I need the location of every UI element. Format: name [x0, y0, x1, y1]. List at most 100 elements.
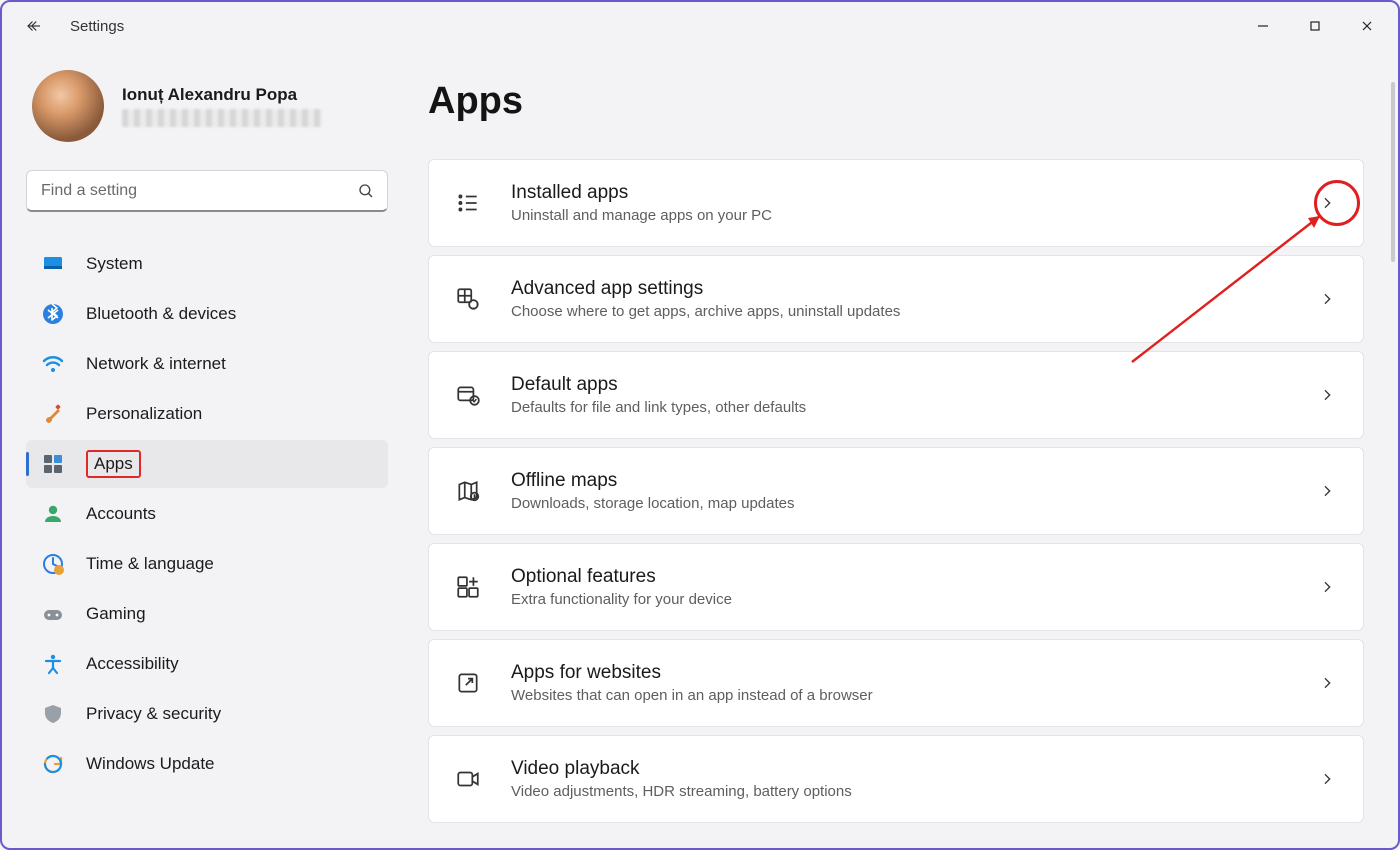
card-desc: Uninstall and manage apps on your PC [511, 207, 1291, 224]
map-icon [453, 476, 483, 506]
close-icon [1361, 20, 1373, 32]
search-icon [357, 182, 375, 200]
avatar [32, 70, 104, 142]
wifi-icon [40, 351, 66, 377]
external-window-icon [453, 668, 483, 698]
chevron-right-icon [1319, 387, 1335, 403]
sidebar-item-label: Privacy & security [86, 704, 221, 723]
accessibility-icon [40, 651, 66, 677]
card-text: Optional features Extra functionality fo… [511, 566, 1291, 608]
sidebar-item-label: Apps [94, 454, 133, 473]
sidebar-item-label: Accounts [86, 504, 156, 523]
person-icon [40, 501, 66, 527]
settings-cards: Installed apps Uninstall and manage apps… [428, 159, 1364, 823]
paintbrush-icon [40, 401, 66, 427]
card-text: Video playback Video adjustments, HDR st… [511, 758, 1291, 800]
app-title: Settings [70, 18, 124, 35]
card-desc: Extra functionality for your device [511, 591, 1291, 608]
update-icon [40, 751, 66, 777]
profile-block[interactable]: Ionuț Alexandru Popa [26, 70, 388, 142]
scrollbar[interactable] [1391, 82, 1395, 262]
card-apps-for-websites[interactable]: Apps for websites Websites that can open… [428, 639, 1364, 727]
profile-email-redacted [122, 109, 322, 127]
profile-text: Ionuț Alexandru Popa [122, 85, 322, 127]
chevron-right-icon [1319, 291, 1335, 307]
sidebar-item-label: Accessibility [86, 654, 179, 673]
card-desc: Websites that can open in an app instead… [511, 687, 1291, 704]
chevron-right-icon [1319, 195, 1335, 211]
window-controls [1240, 10, 1390, 42]
search-input[interactable] [41, 182, 357, 200]
card-text: Offline maps Downloads, storage location… [511, 470, 1291, 512]
apps-icon [40, 451, 66, 477]
minimize-button[interactable] [1240, 10, 1286, 42]
card-title: Optional features [511, 566, 1291, 588]
bluetooth-icon [40, 301, 66, 327]
search-box[interactable] [26, 170, 388, 212]
default-app-icon [453, 380, 483, 410]
card-title: Offline maps [511, 470, 1291, 492]
card-text: Installed apps Uninstall and manage apps… [511, 182, 1291, 224]
card-desc: Choose where to get apps, archive apps, … [511, 303, 1291, 320]
sidebar-item-label: Windows Update [86, 754, 215, 773]
card-title: Video playback [511, 758, 1291, 780]
card-offline-maps[interactable]: Offline maps Downloads, storage location… [428, 447, 1364, 535]
clock-globe-icon [40, 551, 66, 577]
plus-grid-icon [453, 572, 483, 602]
sidebar-item-system[interactable]: System [26, 240, 388, 288]
card-desc: Downloads, storage location, map updates [511, 495, 1291, 512]
page-title: Apps [428, 80, 1364, 123]
card-desc: Video adjustments, HDR streaming, batter… [511, 783, 1291, 800]
sidebar-item-bluetooth[interactable]: Bluetooth & devices [26, 290, 388, 338]
card-advanced-app-settings[interactable]: Advanced app settings Choose where to ge… [428, 255, 1364, 343]
sidebar-item-accessibility[interactable]: Accessibility [26, 640, 388, 688]
card-title: Installed apps [511, 182, 1291, 204]
card-video-playback[interactable]: Video playback Video adjustments, HDR st… [428, 735, 1364, 823]
card-installed-apps[interactable]: Installed apps Uninstall and manage apps… [428, 159, 1364, 247]
card-text: Default apps Defaults for file and link … [511, 374, 1291, 416]
profile-name: Ionuț Alexandru Popa [122, 85, 322, 105]
card-default-apps[interactable]: Default apps Defaults for file and link … [428, 351, 1364, 439]
card-title: Default apps [511, 374, 1291, 396]
sidebar-item-label: System [86, 254, 143, 273]
content-area: Ionuț Alexandru Popa System [2, 50, 1398, 848]
titlebar-left: Settings [22, 14, 124, 38]
chevron-right-icon [1319, 579, 1335, 595]
sidebar-item-accounts[interactable]: Accounts [26, 490, 388, 538]
sidebar-item-gaming[interactable]: Gaming [26, 590, 388, 638]
minimize-icon [1257, 20, 1269, 32]
chevron-right-icon [1319, 771, 1335, 787]
card-desc: Defaults for file and link types, other … [511, 399, 1291, 416]
display-icon [40, 251, 66, 277]
sidebar-item-apps[interactable]: Apps [26, 440, 388, 488]
settings-window: Settings Ionuț Alexandru Popa [0, 0, 1400, 850]
sidebar-item-label: Network & internet [86, 354, 226, 373]
sidebar-item-label: Time & language [86, 554, 214, 573]
sidebar-nav: System Bluetooth & devices Network & int… [26, 240, 388, 788]
sidebar-item-label: Personalization [86, 404, 202, 423]
back-button[interactable] [22, 14, 46, 38]
main-panel: Apps Installed apps Uninstall and manage… [402, 50, 1398, 848]
sidebar-item-label: Gaming [86, 604, 146, 623]
chevron-right-icon [1319, 483, 1335, 499]
card-title: Apps for websites [511, 662, 1291, 684]
list-icon [453, 188, 483, 218]
close-button[interactable] [1344, 10, 1390, 42]
shield-icon [40, 701, 66, 727]
maximize-button[interactable] [1292, 10, 1338, 42]
card-text: Apps for websites Websites that can open… [511, 662, 1291, 704]
app-gear-icon [453, 284, 483, 314]
titlebar: Settings [2, 2, 1398, 50]
card-title: Advanced app settings [511, 278, 1291, 300]
arrow-left-icon [25, 17, 43, 35]
gamepad-icon [40, 601, 66, 627]
sidebar: Ionuț Alexandru Popa System [2, 50, 402, 848]
sidebar-item-personalization[interactable]: Personalization [26, 390, 388, 438]
sidebar-item-update[interactable]: Windows Update [26, 740, 388, 788]
sidebar-item-time[interactable]: Time & language [26, 540, 388, 588]
card-optional-features[interactable]: Optional features Extra functionality fo… [428, 543, 1364, 631]
card-text: Advanced app settings Choose where to ge… [511, 278, 1291, 320]
sidebar-item-label: Bluetooth & devices [86, 304, 236, 323]
sidebar-item-privacy[interactable]: Privacy & security [26, 690, 388, 738]
sidebar-item-network[interactable]: Network & internet [26, 340, 388, 388]
